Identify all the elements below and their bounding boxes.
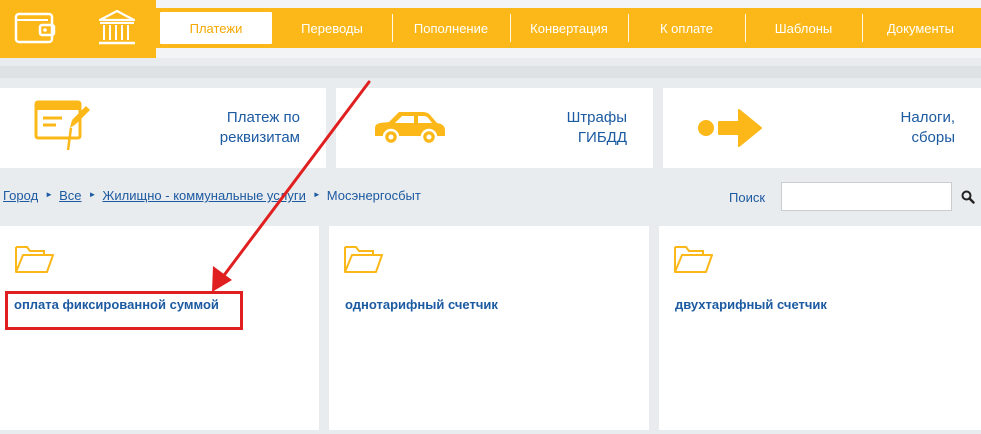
folder-icon xyxy=(343,243,384,274)
category-card-dual-rate-meter[interactable]: двухтарифный счетчик xyxy=(659,226,981,430)
car-icon xyxy=(371,108,449,148)
breadcrumb-link-city[interactable]: Город xyxy=(3,188,38,203)
breadcrumb-current: Мосэнергосбыт xyxy=(326,188,421,203)
tab-to-pay[interactable]: К оплате xyxy=(628,12,745,44)
category-title: однотарифный счетчик xyxy=(345,297,498,312)
breadcrumb-arrow-icon: ► xyxy=(88,190,97,199)
service-label-line: Штрафы xyxy=(566,109,627,126)
service-tile-traffic-fines[interactable]: Штрафы ГИБДД xyxy=(336,88,653,168)
breadcrumb-arrow-icon: ► xyxy=(45,190,54,199)
tab-label: Пополнение xyxy=(413,20,489,36)
service-label-line: Платеж по xyxy=(226,109,300,126)
wallet-icon[interactable] xyxy=(14,8,56,48)
service-label-line: ГИБДД xyxy=(577,129,627,146)
service-label: Платеж по реквизитам xyxy=(220,108,300,148)
folder-icon xyxy=(14,243,55,274)
divider-stripe xyxy=(0,66,981,78)
breadcrumb-link-all[interactable]: Все xyxy=(59,188,81,203)
arrow-right-icon xyxy=(697,106,765,150)
tab-documents[interactable]: Документы xyxy=(862,12,979,44)
search-label: Поиск xyxy=(729,190,766,205)
top-bar: Платежи Переводы Пополнение Конвертация … xyxy=(0,0,981,58)
service-tile-payment-by-details[interactable]: Платеж по реквизитам xyxy=(0,88,326,168)
tab-label: Шаблоны xyxy=(774,20,833,36)
breadcrumb: Город ► Все ► Жилищно - коммунальные усл… xyxy=(3,188,421,203)
tab-label: Документы xyxy=(886,20,954,36)
category-title: двухтарифный счетчик xyxy=(675,297,827,312)
bank-icon[interactable] xyxy=(96,8,138,48)
tab-label: Конвертация xyxy=(530,20,608,36)
tab-label: Платежи xyxy=(189,20,243,36)
service-label-line: сборы xyxy=(911,129,955,146)
tab-payments[interactable]: Платежи xyxy=(160,12,272,44)
service-label-line: Налоги, xyxy=(900,109,955,126)
service-label: Налоги, сборы xyxy=(901,108,955,148)
service-label: Штрафы ГИБДД xyxy=(567,108,627,148)
folder-icon xyxy=(673,243,714,274)
tab-transfers[interactable]: Переводы xyxy=(272,12,392,44)
category-card-single-rate-meter[interactable]: однотарифный счетчик xyxy=(329,226,649,430)
service-label-line: реквизитам xyxy=(219,129,300,146)
tab-top-up[interactable]: Пополнение xyxy=(392,12,510,44)
main-nav: Платежи Переводы Пополнение Конвертация … xyxy=(156,8,981,48)
breadcrumb-arrow-icon: ► xyxy=(312,190,321,199)
tab-label: К оплате xyxy=(659,20,714,36)
tab-templates[interactable]: Шаблоны xyxy=(745,12,862,44)
search-icon[interactable] xyxy=(961,190,975,204)
search-input[interactable] xyxy=(781,182,952,211)
payment-form-icon xyxy=(34,98,92,156)
logo-block xyxy=(0,0,156,58)
service-tile-taxes[interactable]: Налоги, сборы xyxy=(663,88,981,168)
tab-label: Переводы xyxy=(301,20,363,36)
breadcrumb-link-housing[interactable]: Жилищно - коммунальные услуги xyxy=(102,188,305,203)
tab-conversion[interactable]: Конвертация xyxy=(510,12,628,44)
annotation-highlight-box xyxy=(5,291,243,330)
